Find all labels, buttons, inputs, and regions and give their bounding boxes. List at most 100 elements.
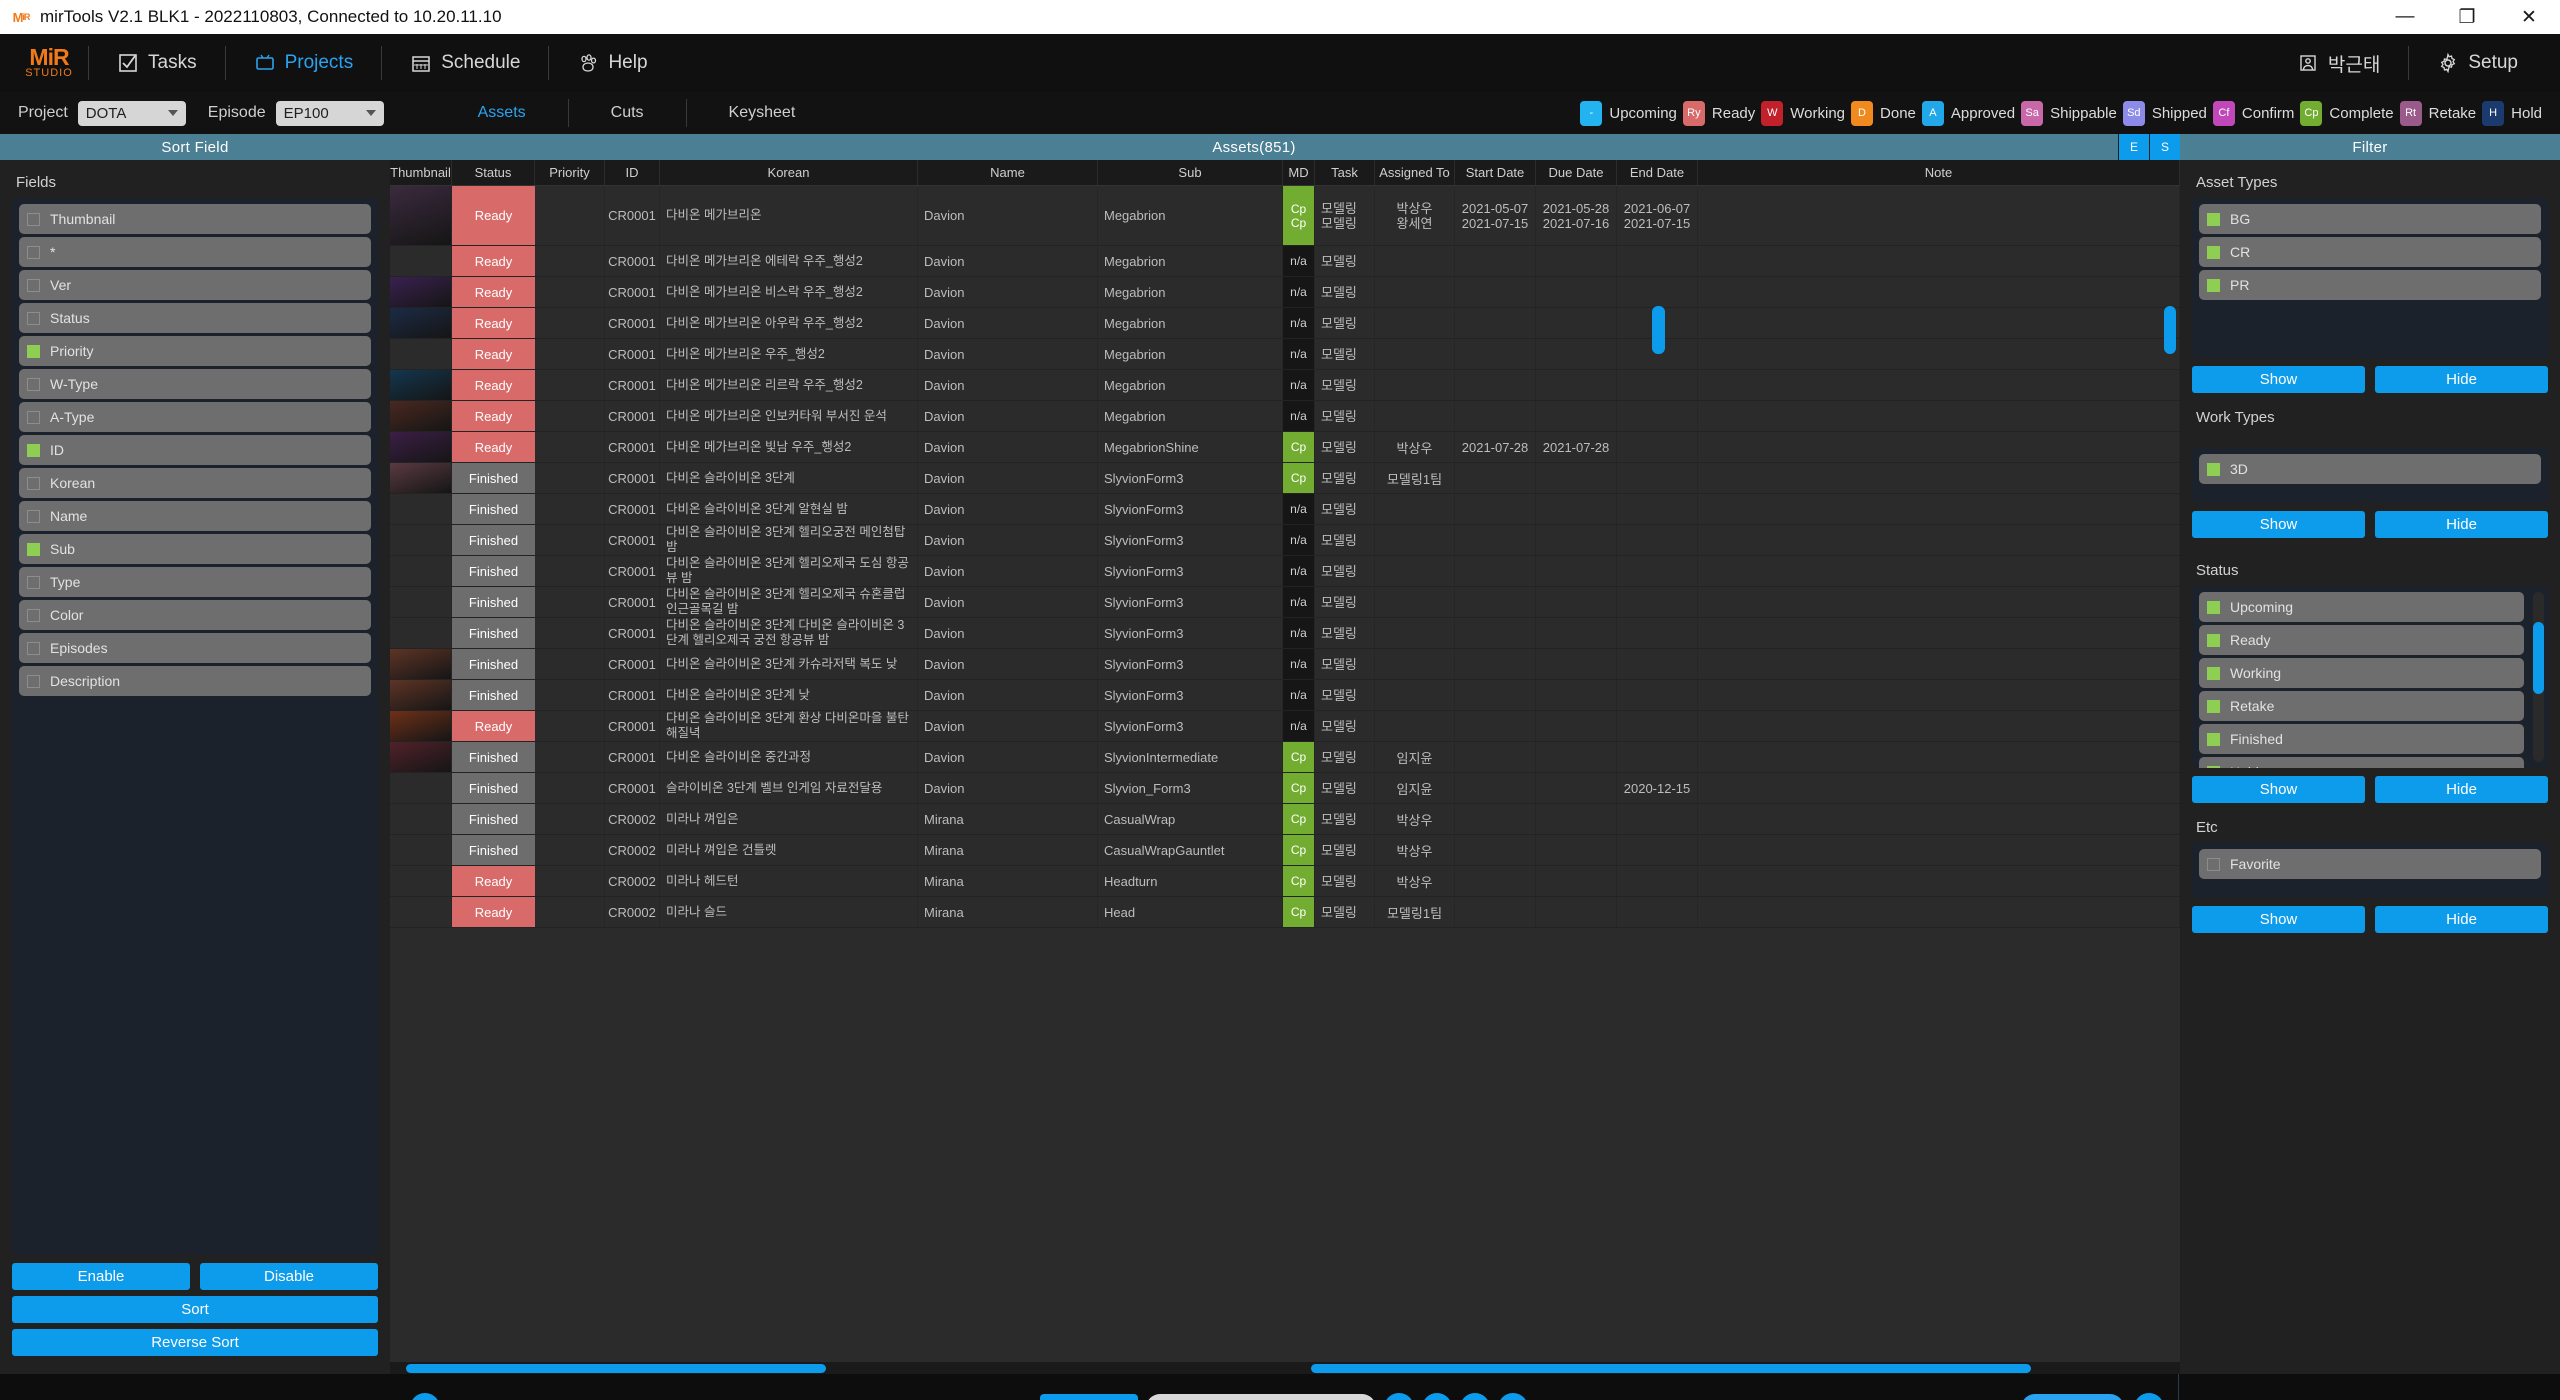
- checkbox-icon[interactable]: [27, 575, 40, 589]
- thumbnail-cell[interactable]: [390, 711, 452, 741]
- work-type-item-3d[interactable]: 3D: [2199, 454, 2541, 484]
- thumbnail-cell[interactable]: [390, 866, 452, 896]
- asset-types-hide-button[interactable]: Hide: [2375, 366, 2548, 393]
- status-cell[interactable]: Ready: [452, 897, 535, 927]
- horizontal-scrollbar-right[interactable]: [1311, 1363, 2031, 1373]
- field-item-description[interactable]: Description: [19, 666, 371, 696]
- field-item-name[interactable]: Name: [19, 501, 371, 531]
- column-header-sub[interactable]: Sub: [1098, 160, 1283, 185]
- fields-listbox[interactable]: Thumbnail * Ver Status Priority W-Type A-Type I…: [12, 198, 378, 1255]
- thumbnail-cell[interactable]: [390, 432, 452, 462]
- tab-cuts[interactable]: Cuts: [569, 104, 686, 122]
- menu-item-setup[interactable]: Setup: [2411, 43, 2544, 83]
- checkbox-icon[interactable]: [2207, 699, 2220, 713]
- text-box-icon[interactable]: A: [1459, 1393, 1490, 1400]
- thumbnail-cell[interactable]: [390, 680, 452, 710]
- field-item-episodes[interactable]: Episodes: [19, 633, 371, 663]
- search-input[interactable]: search: [1145, 1393, 1376, 1400]
- status-cell[interactable]: Finished: [452, 773, 535, 803]
- asset-types-show-button[interactable]: Show: [2192, 366, 2365, 393]
- maximize-button[interactable]: ❐: [2436, 0, 2498, 34]
- refresh-icon[interactable]: ⟳: [1383, 1393, 1414, 1400]
- legend-item-approved[interactable]: A Approved: [1921, 100, 2015, 126]
- asset-type-item-pr[interactable]: PR: [2199, 270, 2541, 300]
- status-show-button[interactable]: Show: [2192, 776, 2365, 803]
- field-item--[interactable]: *: [19, 237, 371, 267]
- status-filter-item-upcoming[interactable]: Upcoming: [2199, 592, 2524, 622]
- column-header-note[interactable]: Note: [1698, 160, 2180, 185]
- column-header-assigned-to[interactable]: Assigned To: [1375, 160, 1455, 185]
- column-header-priority[interactable]: Priority: [535, 160, 605, 185]
- table-row[interactable]: Finished CR0001 다비온 슬라이비온 3단계 다비온 슬라이비온 3단…: [390, 618, 2180, 649]
- etc-item-favorite[interactable]: Favorite: [2199, 849, 2541, 879]
- checkbox-icon[interactable]: [27, 608, 40, 622]
- checkbox-icon[interactable]: [27, 509, 40, 523]
- checkbox-icon[interactable]: [27, 476, 40, 490]
- menu-item-user[interactable]: 박근태: [2271, 43, 2406, 83]
- enable-button[interactable]: Enable: [12, 1263, 190, 1290]
- checkbox-icon[interactable]: [2207, 857, 2220, 871]
- list-icon[interactable]: ☰: [1497, 1393, 1528, 1400]
- table-row[interactable]: Ready CR0001 다비온 메가브리온 아우락 우주_행성2 Davion Meg…: [390, 308, 2180, 339]
- table-row[interactable]: Ready CR0001 다비온 메가브리온 Davion Megabrion Cp Cp 모…: [390, 186, 2180, 246]
- field-item-a-type[interactable]: A-Type: [19, 402, 371, 432]
- status-filter-item-hold[interactable]: Hold: [2199, 757, 2524, 768]
- legend-item-done[interactable]: D Done: [1851, 100, 1916, 126]
- table-row[interactable]: Finished CR0001 다비온 슬라이비온 3단계 알현실 밤 Davion S…: [390, 494, 2180, 525]
- table-row[interactable]: Ready CR0001 다비온 메가브리온 리르락 우주_행성2 Davion Meg…: [390, 370, 2180, 401]
- work-types-hide-button[interactable]: Hide: [2375, 511, 2548, 538]
- thumbnail-cell[interactable]: [390, 618, 452, 648]
- checkbox-icon[interactable]: [27, 245, 40, 259]
- table-row[interactable]: Finished CR0002 미라나 껴입은 건틀렛 Mirana CasualWra…: [390, 835, 2180, 866]
- tab-keysheet[interactable]: Keysheet: [687, 104, 838, 122]
- status-cell[interactable]: Ready: [452, 246, 535, 276]
- s-button[interactable]: S: [2150, 134, 2180, 160]
- column-header-due-date[interactable]: Due Date: [1536, 160, 1617, 185]
- checkbox-icon[interactable]: [27, 278, 40, 292]
- reverse-sort-button[interactable]: Reverse Sort: [12, 1329, 378, 1356]
- checkbox-icon[interactable]: [2207, 600, 2220, 614]
- status-cell[interactable]: Finished: [452, 804, 535, 834]
- table-row[interactable]: Finished CR0001 다비온 슬라이비온 3단계 헬리오제국 슈혼클럽인근…: [390, 587, 2180, 618]
- checkbox-icon[interactable]: [27, 344, 40, 358]
- field-item-color[interactable]: Color: [19, 600, 371, 630]
- status-filter-item-working[interactable]: Working: [2199, 658, 2524, 688]
- status-cell[interactable]: Finished: [452, 649, 535, 679]
- status-cell[interactable]: Ready: [452, 308, 535, 338]
- field-item-w-type[interactable]: W-Type: [19, 369, 371, 399]
- checkbox-icon[interactable]: [27, 674, 40, 688]
- status-cell[interactable]: Ready: [452, 370, 535, 400]
- table-row[interactable]: Finished CR0001 다비온 슬라이비온 3단계 헬리오궁전 메인첨탑 밤…: [390, 525, 2180, 556]
- status-filter-item-ready[interactable]: Ready: [2199, 625, 2524, 655]
- column-header-korean[interactable]: Korean: [660, 160, 918, 185]
- etc-hide-button[interactable]: Hide: [2375, 906, 2548, 933]
- checkbox-icon[interactable]: [27, 443, 40, 457]
- download-icon[interactable]: ↓: [1421, 1393, 1452, 1400]
- status-cell[interactable]: Finished: [452, 587, 535, 617]
- field-item-priority[interactable]: Priority: [19, 336, 371, 366]
- checkbox-icon[interactable]: [27, 212, 40, 226]
- menu-item-schedule[interactable]: Schedule: [384, 43, 546, 83]
- status-hide-button[interactable]: Hide: [2375, 776, 2548, 803]
- status-cell[interactable]: Finished: [452, 742, 535, 772]
- legend-item-shipped[interactable]: Sd Shipped: [2122, 100, 2207, 126]
- status-cell[interactable]: Finished: [452, 463, 535, 493]
- menu-item-projects[interactable]: Projects: [228, 43, 380, 83]
- thumbnail-cell[interactable]: [390, 308, 452, 338]
- menu-item-help[interactable]: Help: [551, 43, 673, 83]
- table-row[interactable]: Ready CR0002 미라나 헤드턴 Mirana Headturn Cp 모델링 박상우: [390, 866, 2180, 897]
- project-select[interactable]: DOTA: [77, 100, 186, 126]
- table-row[interactable]: Ready CR0001 다비온 메가브리온 빛남 우주_행성2 Davion Mega…: [390, 432, 2180, 463]
- episode-select[interactable]: EP100: [275, 100, 384, 126]
- disable-button[interactable]: Disable: [200, 1263, 378, 1290]
- table-row[interactable]: Ready CR0001 다비온 메가브리온 우주_행성2 Davion Megabri…: [390, 339, 2180, 370]
- table-row[interactable]: Ready CR0001 다비온 슬라이비온 3단계 환상 다비온마을 불탄 해질녁…: [390, 711, 2180, 742]
- thumbnail-cell[interactable]: [390, 463, 452, 493]
- checkbox-icon[interactable]: [27, 311, 40, 325]
- status-cell[interactable]: Ready: [452, 401, 535, 431]
- thumbnail-cell[interactable]: [390, 742, 452, 772]
- status-cell[interactable]: Finished: [452, 835, 535, 865]
- thumbnail-cell[interactable]: [390, 773, 452, 803]
- column-header-thumbnail[interactable]: Thumbnail: [390, 160, 452, 185]
- table-row[interactable]: Finished CR0001 다비온 슬라이비온 3단계 헬리오제국 도심 항공뷰…: [390, 556, 2180, 587]
